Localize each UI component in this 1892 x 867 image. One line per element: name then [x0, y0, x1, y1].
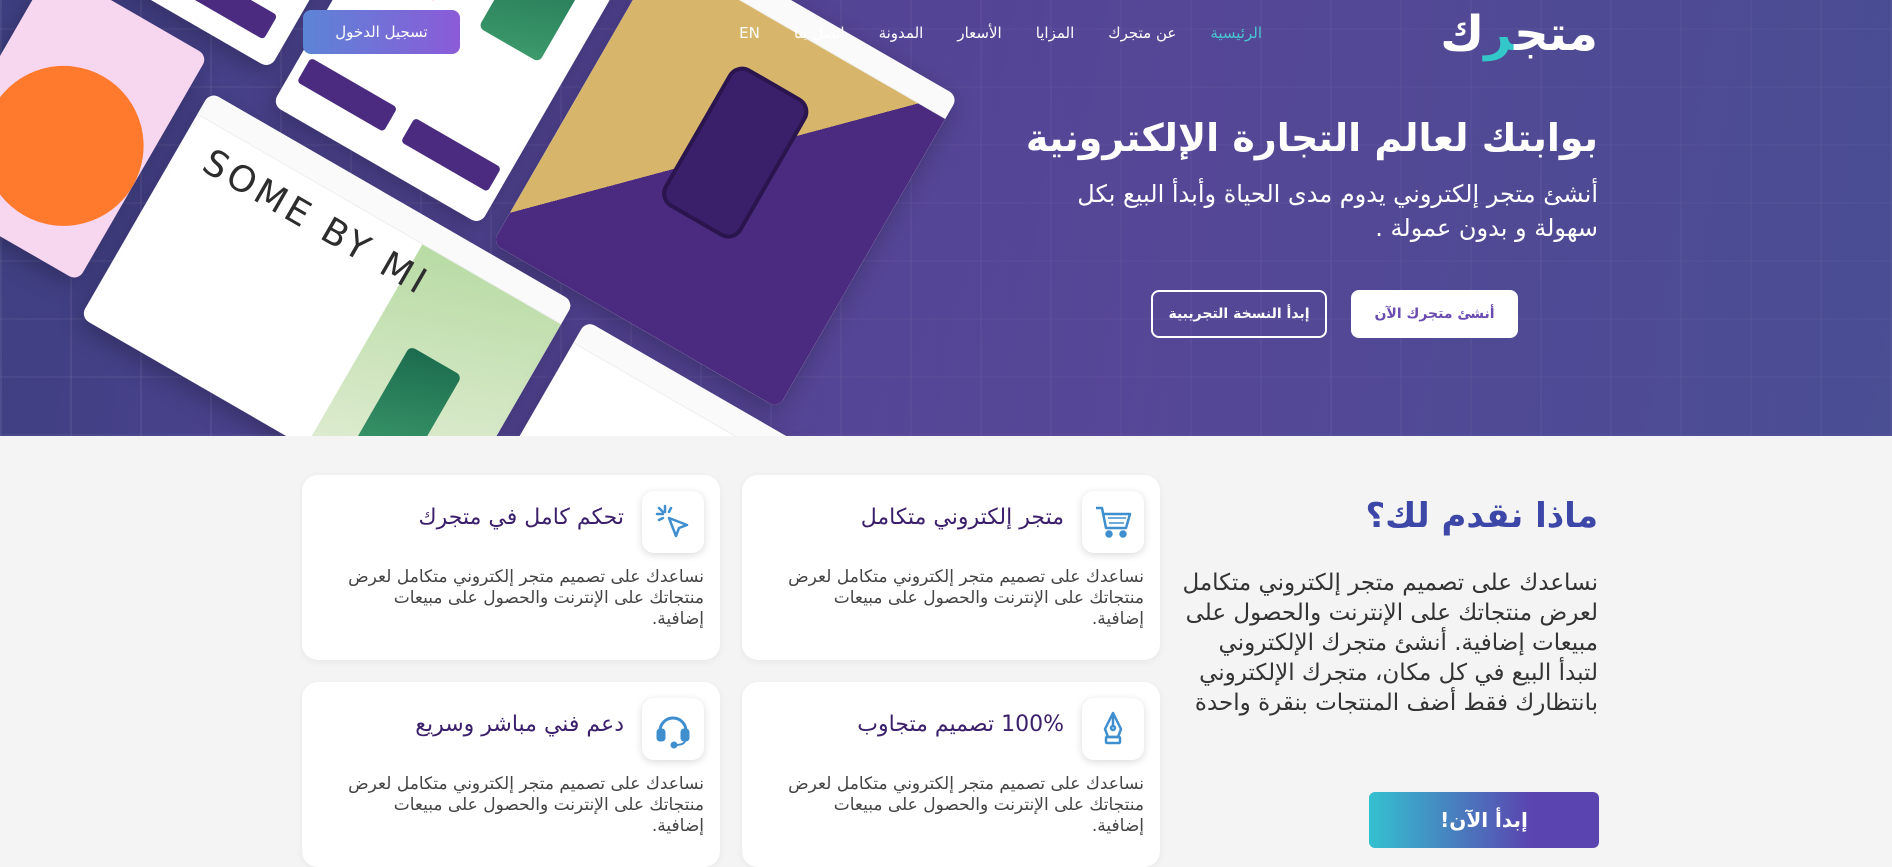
feature-card-responsive: 100% تصميم متجاوب نساعدك على تصميم متجر …: [742, 682, 1160, 867]
feature-text: نساعدك على تصميم متجر إلكتروني متكامل لع…: [788, 774, 1144, 836]
nav-link-contact[interactable]: إتصل بنا: [794, 24, 845, 42]
cart-icon: [1082, 491, 1144, 553]
site-logo[interactable]: متجرك: [1440, 6, 1599, 62]
feature-title: تحكم كامل في متجرك: [418, 505, 624, 530]
feature-text: نساعدك على تصميم متجر إلكتروني متكامل لع…: [348, 774, 704, 836]
feature-text: نساعدك على تصميم متجر إلكتروني متكامل لع…: [788, 567, 1144, 629]
feature-card-integrated-store: متجر إلكتروني متكامل نساعدك على تصميم مت…: [742, 475, 1160, 660]
hero-title: بوابتك لعالم التجارة الإلكترونية: [1025, 116, 1598, 160]
feature-title: متجر إلكتروني متكامل: [860, 505, 1064, 530]
feature-title: دعم فني مباشر وسريع: [415, 712, 624, 737]
headset-icon: [642, 698, 704, 760]
feature-text: نساعدك على تصميم متجر إلكتروني متكامل لع…: [348, 567, 704, 629]
start-now-button[interactable]: إبدأ الآن!: [1369, 792, 1599, 848]
login-button[interactable]: تسجيل الدخول: [303, 10, 460, 54]
hero-section: Sale 30% SOME BY MI متجرك الرئيسية عن مت…: [0, 0, 1892, 436]
start-trial-button[interactable]: إبدأ النسخة التجريبية: [1151, 290, 1327, 338]
features-description: نساعدك على تصميم متجر إلكتروني متكامل لع…: [1182, 570, 1598, 716]
top-navigation: متجرك الرئيسية عن متجرك المزايا الأسعار …: [0, 0, 1892, 70]
feature-card-full-control: تحكم كامل في متجرك نساعدك على تصميم متجر…: [302, 475, 720, 660]
nav-link-features[interactable]: المزايا: [1036, 24, 1075, 42]
hero-subtitle: أنشئ متجر إلكتروني يدوم مدى الحياة وأبدأ…: [1077, 180, 1598, 242]
pen-nib-icon: [1082, 698, 1144, 760]
hero-cta-group: أنشئ متجرك الآن إبدأ النسخة التجريبية: [1151, 290, 1518, 338]
create-store-button[interactable]: أنشئ متجرك الآن: [1351, 290, 1518, 338]
feature-card-support: دعم فني مباشر وسريع نساعدك على تصميم متج…: [302, 682, 720, 867]
feature-title: 100% تصميم متجاوب: [857, 712, 1064, 737]
nav-link-pricing[interactable]: الأسعار: [957, 24, 1001, 42]
nav-link-blog[interactable]: المدونة: [879, 24, 924, 42]
language-toggle[interactable]: EN: [739, 24, 760, 42]
nav-link-about[interactable]: عن متجرك: [1108, 24, 1176, 42]
cursor-click-icon: [642, 491, 704, 553]
nav-links: الرئيسية عن متجرك المزايا الأسعار المدون…: [739, 24, 1262, 42]
nav-link-home[interactable]: الرئيسية: [1210, 24, 1262, 42]
features-heading: ماذا نقدم لك؟: [1365, 496, 1598, 536]
